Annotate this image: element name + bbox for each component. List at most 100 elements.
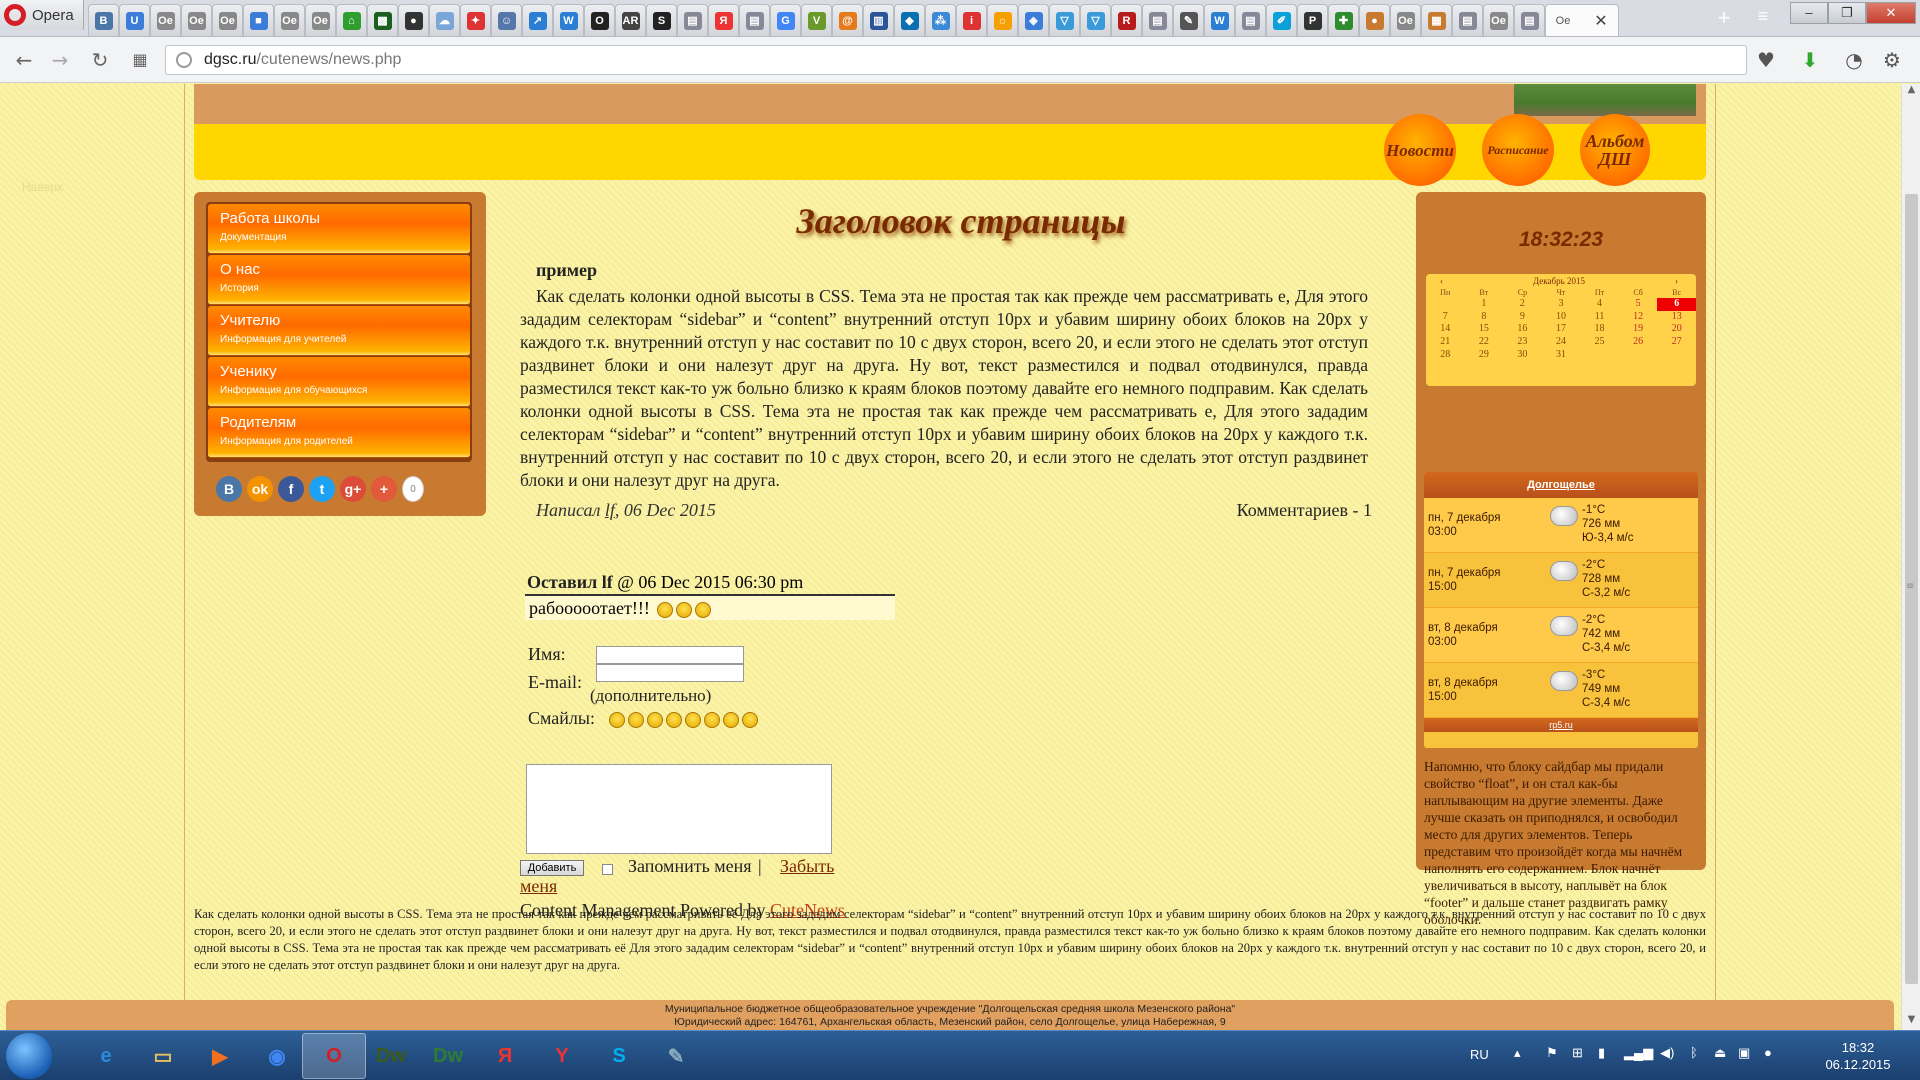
scroll-down-icon[interactable]: ▼ <box>1902 1014 1920 1030</box>
taskbar-chrome-icon[interactable]: ◉ <box>245 1033 309 1079</box>
browser-tab[interactable]: Ое <box>274 4 305 36</box>
browser-tab[interactable]: ☺ <box>491 4 522 36</box>
bluetooth-icon[interactable]: ᛒ <box>1690 1045 1698 1060</box>
browser-tab[interactable]: ⌂ <box>336 4 367 36</box>
browser-tab[interactable]: U <box>119 4 150 36</box>
calendar-day[interactable]: 20 <box>1657 323 1696 336</box>
browser-tab[interactable]: ▤ <box>677 4 708 36</box>
browser-tab[interactable]: V <box>801 4 832 36</box>
flag-icon[interactable]: ⚑ <box>1546 1045 1558 1061</box>
browser-tab[interactable]: ▽ <box>1049 4 1080 36</box>
google-plus-share-icon[interactable]: g+ <box>340 476 366 502</box>
sidebar-item-school-work[interactable]: Работа школы Документация <box>208 204 470 254</box>
calendar-day[interactable]: 16 <box>1503 323 1542 336</box>
close-window-button[interactable]: ✕ <box>1866 2 1916 24</box>
close-tab-icon[interactable]: ✕ <box>1592 12 1610 30</box>
browser-tab[interactable]: @ <box>832 4 863 36</box>
calendar-day[interactable]: 11 <box>1580 311 1619 324</box>
back-button[interactable]: ← <box>10 46 38 74</box>
tab-menu-button[interactable]: ≡ <box>1748 6 1778 32</box>
browser-tab[interactable]: ▦ <box>1421 4 1452 36</box>
taskbar-yandex-browser-icon[interactable]: Y <box>530 1033 594 1079</box>
calendar-day[interactable]: 14 <box>1426 323 1465 336</box>
browser-tab[interactable]: AR <box>615 4 646 36</box>
smile-option-icon[interactable] <box>704 711 720 728</box>
calendar-day[interactable]: 25 <box>1580 336 1619 349</box>
browser-tab[interactable]: ▤ <box>1235 4 1266 36</box>
turbo-icon[interactable]: ◔ <box>1840 46 1868 74</box>
calendar-day[interactable]: 2 <box>1503 298 1542 311</box>
nav-news[interactable]: Новости <box>1384 114 1456 186</box>
taskbar-ie-icon[interactable]: e <box>74 1033 138 1079</box>
browser-tab[interactable]: ↗ <box>522 4 553 36</box>
browser-tab[interactable]: Ое <box>181 4 212 36</box>
email-input[interactable] <box>596 664 744 682</box>
windows-icon[interactable]: ⊞ <box>1572 1045 1583 1061</box>
browser-tab[interactable]: W <box>553 4 584 36</box>
browser-tab[interactable]: В <box>88 4 119 36</box>
browser-tab[interactable]: ▤ <box>1452 4 1483 36</box>
browser-tab[interactable]: ✦ <box>460 4 491 36</box>
browser-tab[interactable]: W <box>1204 4 1235 36</box>
forward-button[interactable]: → <box>46 46 74 74</box>
calendar-day[interactable]: 4 <box>1580 298 1619 311</box>
calendar-day[interactable]: 3 <box>1542 298 1581 311</box>
maximize-button[interactable]: ❐ <box>1828 2 1866 24</box>
taskbar-notepad-icon[interactable]: ✎ <box>644 1033 708 1079</box>
usb-icon[interactable]: ⏏ <box>1714 1045 1726 1061</box>
comments-count[interactable]: Комментариев - 1 <box>1237 500 1372 521</box>
browser-tab[interactable]: ▥ <box>863 4 894 36</box>
remember-checkbox[interactable] <box>602 864 613 875</box>
battery-icon[interactable]: ▮ <box>1598 1045 1605 1061</box>
browser-tab[interactable]: ✚ <box>1328 4 1359 36</box>
calendar-day[interactable]: 5 <box>1619 298 1658 311</box>
browser-tab[interactable]: Ое <box>1390 4 1421 36</box>
calendar-day[interactable]: 17 <box>1542 323 1581 336</box>
scroll-to-top-text[interactable]: Наверх <box>22 180 63 194</box>
url-field[interactable]: dgsc.ru/cutenews/news.php <box>165 45 1747 75</box>
calendar-day[interactable]: 29 <box>1465 348 1504 361</box>
browser-tab[interactable]: ▤ <box>739 4 770 36</box>
calendar-day[interactable]: 26 <box>1619 336 1658 349</box>
calendar-next-button[interactable]: › <box>1675 276 1696 286</box>
smile-option-icon[interactable] <box>742 711 758 728</box>
browser-tab[interactable]: P <box>1297 4 1328 36</box>
speed-dial-button[interactable]: ▦ <box>126 46 154 74</box>
calendar-day[interactable]: 10 <box>1542 311 1581 324</box>
calendar-day[interactable]: 21 <box>1426 336 1465 349</box>
browser-tab[interactable]: Ое <box>150 4 181 36</box>
browser-tab[interactable]: O <box>584 4 615 36</box>
calendar-day[interactable]: 30 <box>1503 348 1542 361</box>
browser-tab-active[interactable]: Ое ✕ <box>1545 4 1619 36</box>
facebook-share-icon[interactable]: f <box>278 476 304 502</box>
sidebar-item-teacher[interactable]: Учителю Информация для учителей <box>208 306 470 356</box>
browser-tab[interactable]: S <box>646 4 677 36</box>
taskbar-opera-icon[interactable]: O <box>302 1033 366 1079</box>
browser-tab[interactable]: Ое <box>305 4 336 36</box>
calendar-day[interactable]: 15 <box>1465 323 1504 336</box>
volume-icon[interactable]: ◀) <box>1660 1045 1674 1061</box>
smile-option-icon[interactable] <box>685 711 701 728</box>
smile-option-icon[interactable] <box>609 711 625 728</box>
browser-tab[interactable]: ▤ <box>1514 4 1545 36</box>
calendar-day[interactable]: 1 <box>1465 298 1504 311</box>
calendar-prev-button[interactable]: ‹ <box>1426 276 1443 286</box>
taskbar-yandex-icon[interactable]: Я <box>473 1033 537 1079</box>
taskbar-dreamweaver-2-icon[interactable]: Dw <box>416 1033 480 1079</box>
display-icon[interactable]: ▣ <box>1738 1045 1750 1061</box>
sidebar-item-about[interactable]: О нас История <box>208 255 470 305</box>
browser-tab[interactable]: ● <box>398 4 429 36</box>
forget-me-link[interactable]: Забыть <box>780 856 834 877</box>
reload-button[interactable]: ↻ <box>86 46 114 74</box>
message-textarea[interactable] <box>526 764 832 854</box>
calendar-day[interactable]: 6 <box>1657 298 1696 311</box>
tray-expand-icon[interactable]: ▴ <box>1514 1045 1521 1061</box>
browser-tab[interactable]: ▽ <box>1080 4 1111 36</box>
nav-schedule[interactable]: Расписание <box>1482 114 1554 186</box>
browser-tab[interactable]: ▩ <box>367 4 398 36</box>
calendar-day[interactable]: 31 <box>1542 348 1581 361</box>
norton-icon[interactable]: ● <box>1764 1045 1772 1060</box>
smile-option-icon[interactable] <box>666 711 682 728</box>
weather-source-link[interactable]: rp5.ru <box>1424 718 1698 732</box>
browser-tab[interactable]: ▤ <box>1142 4 1173 36</box>
